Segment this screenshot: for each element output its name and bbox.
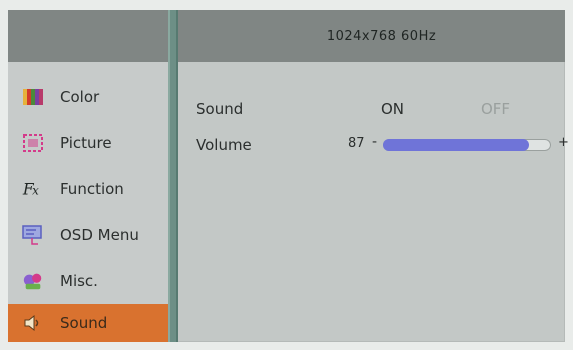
sidebar-item-label: OSD Menu [60,226,139,244]
sidebar-item-sound[interactable]: Sound [8,304,168,342]
sidebar-item-label: Sound [60,314,108,332]
sound-on-option[interactable]: ON [381,100,404,118]
sidebar-item-function[interactable]: F x Function [8,170,168,208]
sound-settings-panel: Sound ON OFF Volume 87 - + [178,62,569,342]
sidebar-item-misc[interactable]: Misc. [8,262,168,300]
volume-value: 87 [348,136,365,151]
sound-off-option[interactable]: OFF [481,100,510,118]
volume-label: Volume [196,136,252,154]
volume-slider[interactable] [383,139,551,151]
function-icon: F x [22,178,44,200]
misc-icon [22,270,44,292]
panel-divider [168,10,178,342]
speaker-icon [22,312,44,334]
sidebar-item-picture[interactable]: Picture [8,124,168,162]
sound-label: Sound [196,100,244,118]
picture-icon [22,132,44,154]
sidebar-item-label: Misc. [60,272,98,290]
volume-decrease[interactable]: - [372,134,377,150]
volume-increase[interactable]: + [558,135,569,150]
volume-slider-fill [383,139,530,151]
osd-menu-icon [22,224,44,246]
color-icon [22,86,44,108]
sidebar-header [8,10,168,62]
osd-window: Color Picture F x Function OSD Menu Misc… [8,10,569,342]
sidebar-item-color[interactable]: Color [8,78,168,116]
sidebar: Color Picture F x Function OSD Menu Misc… [8,10,168,342]
content-header: 1024x768 60Hz [178,10,565,62]
sidebar-item-label: Function [60,180,124,198]
sidebar-item-osd-menu[interactable]: OSD Menu [8,216,168,254]
sidebar-item-label: Picture [60,134,112,152]
sidebar-item-label: Color [60,88,100,106]
resolution-status: 1024x768 60Hz [326,28,437,44]
svg-text:x: x [32,184,39,198]
